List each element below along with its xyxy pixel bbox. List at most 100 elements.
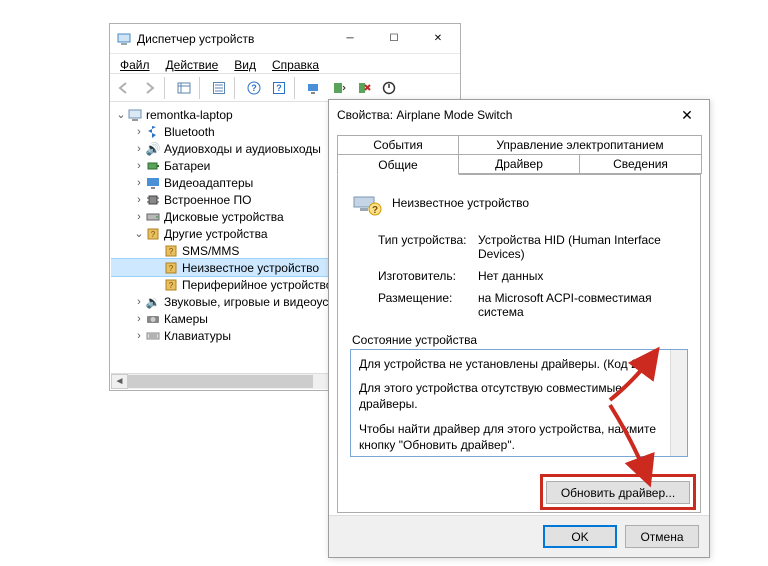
close-button[interactable]: ✕: [665, 100, 709, 130]
maximize-button[interactable]: ☐: [372, 24, 416, 54]
menu-help[interactable]: Справка: [266, 56, 325, 71]
bluetooth-icon: [145, 124, 161, 140]
unknown-device-icon: ?: [163, 243, 179, 259]
sound-icon: 🔉: [145, 294, 161, 310]
dialog-footer: OK Отмена: [329, 515, 709, 557]
dm-title: Диспетчер устройств: [137, 32, 328, 46]
device-large-icon: ?: [350, 187, 382, 219]
tb-help-icon[interactable]: ?: [242, 76, 266, 100]
tree-label: Неизвестное устройство: [182, 261, 319, 275]
chevron-right-icon[interactable]: ›: [133, 313, 145, 325]
camera-icon: [145, 311, 161, 327]
tree-label: Другие устройства: [164, 227, 268, 241]
tb-back-icon[interactable]: [112, 76, 136, 100]
scroll-left-icon[interactable]: ◄: [111, 374, 128, 389]
svg-text:?: ?: [251, 83, 257, 93]
tree-label: Камеры: [164, 312, 208, 326]
tree-label: remontka-laptop: [146, 108, 233, 122]
audio-icon: 🔊: [145, 141, 161, 157]
value-device-type: Устройства HID (Human Interface Devices): [478, 233, 688, 261]
tab-general[interactable]: Общие: [337, 154, 459, 175]
tab-label: Общие: [378, 158, 417, 172]
tb-help2-icon[interactable]: ?: [267, 76, 291, 100]
vertical-scrollbar[interactable]: [670, 350, 687, 456]
menu-action[interactable]: Действие: [160, 56, 225, 71]
unknown-device-icon: ?: [163, 260, 179, 276]
tb-show-hidden-icon[interactable]: [172, 76, 196, 100]
disk-icon: [145, 209, 161, 225]
status-line: Для этого устройства отсутствую совмести…: [359, 380, 679, 412]
menu-file[interactable]: Файл: [114, 56, 156, 71]
chevron-down-icon[interactable]: ⌄: [115, 108, 127, 121]
label-manufacturer: Изготовитель:: [378, 269, 478, 283]
label-location: Размещение:: [378, 291, 478, 319]
tree-label: SMS/MMS: [182, 244, 239, 258]
svg-text:?: ?: [151, 230, 156, 239]
tree-label: Звуковые, игровые и видеоуст: [164, 295, 334, 309]
tab-events[interactable]: События: [337, 135, 459, 155]
tree-label: Аудиовходы и аудиовыходы: [164, 142, 321, 156]
device-name: Неизвестное устройство: [392, 196, 529, 210]
chevron-right-icon[interactable]: ›: [133, 194, 145, 206]
dm-menubar: Файл Действие Вид Справка: [110, 54, 460, 74]
tab-power[interactable]: Управление электропитанием: [458, 135, 702, 155]
other-devices-icon: ?: [145, 226, 161, 242]
display-icon: [145, 175, 161, 191]
chevron-right-icon[interactable]: ›: [133, 330, 145, 342]
tab-details[interactable]: Сведения: [579, 154, 702, 174]
close-button[interactable]: ✕: [416, 24, 460, 54]
chevron-right-icon[interactable]: ›: [133, 143, 145, 155]
label-device-type: Тип устройства:: [378, 233, 478, 261]
tb-update-icon[interactable]: [327, 76, 351, 100]
scroll-thumb[interactable]: [128, 375, 313, 388]
status-line: Чтобы найти драйвер для этого устройства…: [359, 421, 679, 453]
tab-label: События: [373, 138, 423, 152]
tb-properties-icon[interactable]: [207, 76, 231, 100]
tree-label: Видеоадаптеры: [164, 176, 253, 190]
prop-titlebar[interactable]: Свойства: Airplane Mode Switch ✕: [329, 100, 709, 130]
button-label: Обновить драйвер...: [561, 486, 675, 500]
tree-label: Bluetooth: [164, 125, 215, 139]
svg-text:?: ?: [372, 205, 378, 216]
svg-text:?: ?: [169, 247, 174, 256]
computer-icon: [127, 107, 143, 123]
chevron-right-icon[interactable]: ›: [133, 211, 145, 223]
tree-label: Клавиатуры: [164, 329, 231, 343]
tab-driver[interactable]: Драйвер: [458, 154, 580, 174]
tb-disable-icon[interactable]: [377, 76, 401, 100]
update-driver-button[interactable]: Обновить драйвер...: [546, 481, 690, 504]
value-manufacturer: Нет данных: [478, 269, 688, 283]
tree-label: Дисковые устройства: [164, 210, 284, 224]
battery-icon: [145, 158, 161, 174]
tree-label: Встроенное ПО: [164, 193, 251, 207]
tab-panel-general: ? Неизвестное устройство Тип устройства:…: [337, 174, 701, 513]
unknown-device-icon: ?: [163, 277, 179, 293]
dm-titlebar[interactable]: Диспетчер устройств ─ ☐ ✕: [110, 24, 460, 54]
prop-body: События Управление электропитанием Общие…: [337, 135, 701, 513]
keyboard-icon: [145, 328, 161, 344]
value-location: на Microsoft ACPI-совместимая система: [478, 291, 688, 319]
svg-text:?: ?: [169, 281, 174, 290]
svg-text:?: ?: [169, 264, 174, 273]
device-status-box[interactable]: Для устройства не установлены драйверы. …: [350, 349, 688, 457]
prop-title: Свойства: Airplane Mode Switch: [337, 108, 665, 122]
minimize-button[interactable]: ─: [328, 24, 372, 54]
status-line: Для устройства не установлены драйверы. …: [359, 356, 679, 372]
menu-view[interactable]: Вид: [228, 56, 262, 71]
tb-scan-icon[interactable]: [302, 76, 326, 100]
chevron-down-icon[interactable]: ⌄: [133, 227, 145, 240]
ok-button[interactable]: OK: [543, 525, 617, 548]
tree-label: Батареи: [164, 159, 210, 173]
tb-forward-icon[interactable]: [137, 76, 161, 100]
chevron-right-icon[interactable]: ›: [133, 160, 145, 172]
chevron-right-icon[interactable]: ›: [133, 126, 145, 138]
cancel-button[interactable]: Отмена: [625, 525, 699, 548]
chevron-right-icon[interactable]: ›: [133, 296, 145, 308]
properties-dialog: Свойства: Airplane Mode Switch ✕ События…: [328, 99, 710, 558]
chevron-right-icon[interactable]: ›: [133, 177, 145, 189]
tab-label: Управление электропитанием: [496, 138, 663, 152]
button-label: OK: [571, 530, 588, 544]
tb-uninstall-icon[interactable]: [352, 76, 376, 100]
tab-label: Драйвер: [495, 157, 543, 171]
device-header: ? Неизвестное устройство: [350, 187, 688, 219]
